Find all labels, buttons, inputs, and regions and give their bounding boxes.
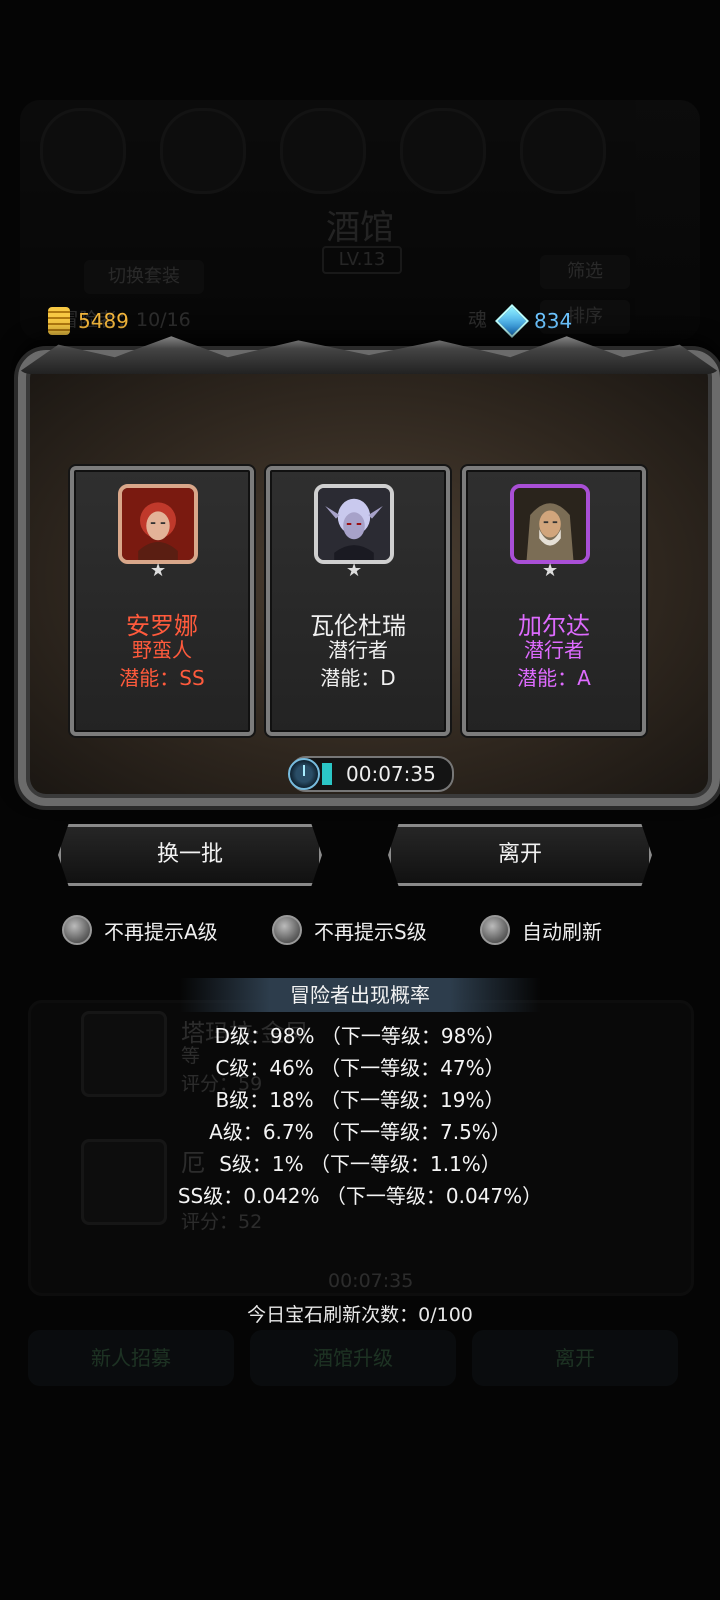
radio-icon[interactable] — [480, 915, 510, 945]
background-hero-slot — [520, 108, 606, 194]
option-no-prompt-a[interactable]: 不再提示A级 — [62, 915, 218, 945]
background-hero-slot — [40, 108, 126, 194]
background-switch-outfit-button: 切换套装 — [84, 260, 204, 294]
probability-line: A级：6.7% （下一等级：7.5%） — [209, 1120, 511, 1144]
radio-icon[interactable] — [272, 915, 302, 945]
gem-amount: 834 — [534, 309, 573, 333]
pale-elf-portrait — [314, 484, 394, 564]
gem-display: 834 — [495, 304, 573, 338]
option-label: 不再提示A级 — [104, 919, 218, 944]
gem-refresh-count: 今日宝石刷新次数：0/100 — [247, 1304, 473, 1326]
timer-progress-bar — [322, 763, 332, 785]
probability-title: 冒险者出现概率 — [180, 978, 540, 1012]
clock-icon — [288, 758, 320, 790]
option-auto-refresh[interactable]: 自动刷新 — [480, 915, 602, 945]
red-hair-woman-portrait — [118, 484, 198, 564]
gold-display: 5489 — [48, 305, 129, 337]
hero-potential: 潜能：A — [517, 666, 591, 690]
hero-potential: 潜能：SS — [119, 666, 205, 690]
background-upgrade-button: 酒馆升级 — [250, 1330, 456, 1386]
timer-text: 00:07:35 — [346, 762, 436, 786]
hero-card[interactable]: ★ 加尔达 潜行者 潜能：A — [462, 466, 646, 736]
gold-amount: 5489 — [78, 309, 129, 333]
gem-icon — [495, 304, 529, 338]
background-level: LV.13 — [322, 246, 402, 274]
recruit-panel: ★ 安罗娜 野蛮人 潜能：SS ★ 瓦伦杜瑞 潜行者 潜能：D ★ 加尔达 潜行… — [18, 350, 720, 806]
option-label: 不再提示S级 — [314, 919, 427, 944]
hero-class: 潜行者 — [524, 638, 584, 662]
background-leave-button: 离开 — [472, 1330, 678, 1386]
probability-line: SS级：0.042% （下一等级：0.047%） — [177, 1184, 543, 1208]
hero-class: 潜行者 — [328, 638, 388, 662]
background-hero-slot — [400, 108, 486, 194]
probability-line: B级：18% （下一等级：19%） — [215, 1088, 505, 1112]
probability-line: S级：1% （下一等级：1.1%） — [219, 1152, 501, 1176]
background-filter-button: 筛选 — [540, 255, 630, 289]
star-icon: ★ — [346, 560, 363, 581]
hooded-old-man-portrait — [510, 484, 590, 564]
refresh-timer: 00:07:35 — [288, 756, 454, 792]
gold-coin-icon — [48, 307, 70, 335]
hero-card[interactable]: ★ 瓦伦杜瑞 潜行者 潜能：D — [266, 466, 450, 736]
leave-button[interactable]: 离开 — [388, 824, 652, 886]
hero-potential: 潜能：D — [320, 666, 396, 690]
background-timer: 00:07:35 — [328, 1270, 414, 1292]
background-hero-slot — [280, 108, 366, 194]
background-soul-label: 魂 — [468, 309, 488, 331]
probability-line: D级：98% （下一等级：98%） — [214, 1024, 506, 1048]
background-list-score: 评分：52 — [181, 1211, 263, 1233]
hero-class: 野蛮人 — [132, 638, 192, 662]
probability-line: C级：46% （下一等级：47%） — [215, 1056, 505, 1080]
refresh-batch-button[interactable]: 换一批 — [58, 824, 322, 886]
star-icon: ★ — [150, 560, 167, 581]
option-no-prompt-s[interactable]: 不再提示S级 — [272, 915, 427, 945]
star-icon: ★ — [542, 560, 559, 581]
background-title: 酒馆 — [326, 208, 394, 248]
option-label: 自动刷新 — [522, 919, 602, 944]
background-recruit-button: 新人招募 — [28, 1330, 234, 1386]
hero-card[interactable]: ★ 安罗娜 野蛮人 潜能：SS — [70, 466, 254, 736]
radio-icon[interactable] — [62, 915, 92, 945]
background-hero-slot — [160, 108, 246, 194]
